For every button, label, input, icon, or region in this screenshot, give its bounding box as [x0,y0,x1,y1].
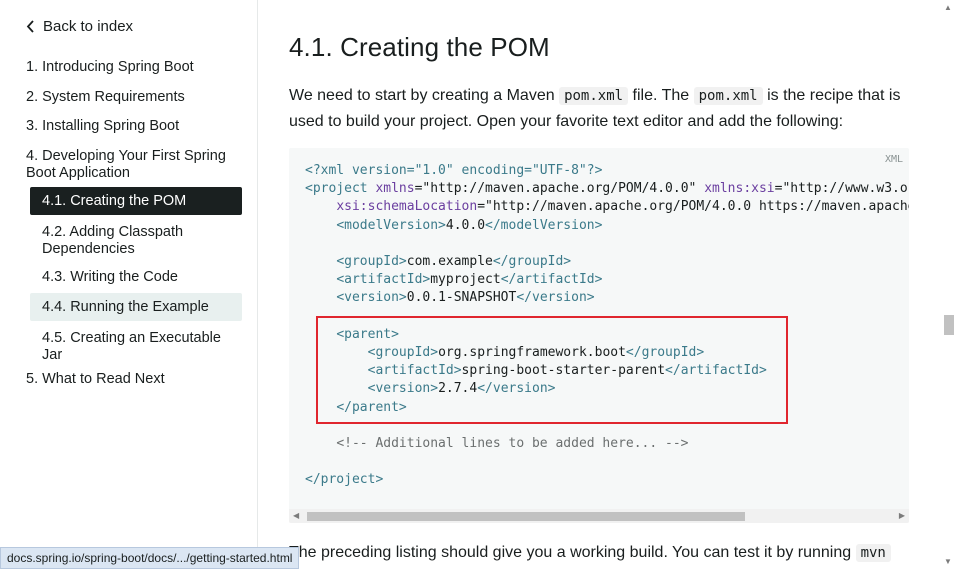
code-token: myproject [430,272,501,288]
code-token: 0.0.1-SNAPSHOT [406,290,517,306]
toc-item-adding-dependencies[interactable]: 4.2. Adding Classpath Dependencies [30,217,242,263]
inline-code-pom-2: pom.xml [693,87,763,105]
code-content[interactable]: <?xml version="1.0" encoding="UTF-8"?> <… [305,162,909,490]
code-horizontal-scrollbar[interactable]: ◀ ▶ [289,509,909,523]
code-token: <version> [336,290,407,306]
page-vertical-scrollbar[interactable]: ▲ ▼ [940,0,957,569]
code-token: xmlns [375,181,415,197]
toc-item-running-example[interactable]: 4.4. Running the Example [30,293,242,321]
status-bar-url: docs.spring.io/spring-boot/docs/.../gett… [0,547,300,569]
content-area: 4.1. Creating the POM We need to start b… [259,0,939,569]
scroll-right-icon[interactable]: ▶ [899,511,905,520]
code-token: </parent> [336,399,407,415]
scrollbar-thumb[interactable] [307,512,745,521]
code-token: <artifactId> [336,272,431,288]
code-token: <modelVersion> [336,217,446,233]
code-token: xmlns:xsi [704,181,775,197]
table-of-contents: 1. Introducing Spring Boot 2. System Req… [26,57,242,397]
toc-item-what-to-read-next[interactable]: 5. What to Read Next [26,369,242,397]
toc-item-creating-pom[interactable]: 4.1. Creating the POM [30,187,242,215]
toc-item-system-requirements[interactable]: 2. System Requirements [26,87,242,116]
page-title: 4.1. Creating the POM [289,32,550,62]
inline-code-pom: pom.xml [559,87,629,105]
code-token: xsi:schemaLocation [336,199,478,215]
chevron-left-icon [26,20,34,33]
toc-item-writing-code[interactable]: 4.3. Writing the Code [30,263,242,291]
sidebar-nav: Back to index 1. Introducing Spring Boot… [0,0,258,569]
toc-item-introducing[interactable]: 1. Introducing Spring Boot [26,57,242,87]
code-token: </modelVersion> [485,217,603,233]
code-token: org.springframework.boot [438,345,626,361]
toc-item-executable-jar[interactable]: 4.5. Creating an Executable Jar [30,323,242,369]
page-scrollbar-thumb[interactable] [944,315,954,335]
back-label: Back to index [43,18,134,35]
scroll-down-icon[interactable]: ▼ [944,557,952,566]
code-token: <groupId> [367,345,439,361]
code-token: ="http://maven.apache.org/POM/4.0.0" [414,181,705,197]
code-token: <groupId> [336,254,407,270]
scroll-up-icon[interactable]: ▲ [944,3,952,12]
code-token: </groupId> [492,254,572,270]
code-line: <?xml version="1.0" encoding="UTF-8"?> [305,163,603,178]
code-token: com.example [406,254,493,270]
after-text: The preceding listing should give you a … [289,544,856,561]
code-token: </groupId> [625,345,705,361]
code-token: ="http://maven.apache.org/POM/4.0.0 http… [477,199,909,215]
code-comment: <!-- Additional lines to be added here..… [336,436,689,452]
intro-paragraph: We need to start by creating a Maven pom… [289,83,909,135]
inline-code-mvn: mvn [855,544,891,562]
code-token: <parent> [336,326,399,342]
toc-item-installing[interactable]: 3. Installing Spring Boot [26,116,242,146]
code-token: </version> [477,381,556,397]
code-token: ="http://www.w3.org/2001/XMLSchema-insta… [774,181,909,197]
after-paragraph: The preceding listing should give you a … [289,540,929,566]
code-token: </project> [305,472,384,488]
intro-text-2: file. The [628,87,694,104]
toc-item-developing[interactable]: 4. Developing Your First Spring Boot App… [26,146,242,187]
intro-text-1: We need to start by creating a Maven [289,87,560,104]
code-token: </artifactId> [665,363,767,379]
back-to-index-link[interactable]: Back to index [26,18,133,35]
code-block[interactable]: XML <?xml version="1.0" encoding="UTF-8"… [289,148,909,523]
code-token: <project [305,181,376,197]
code-token: </version> [516,290,595,306]
code-token: </artifactId> [500,272,603,288]
code-token: spring-boot-starter-parent [461,363,666,379]
code-token: 2.7.4 [438,381,478,397]
code-token: <version> [367,381,439,397]
scroll-left-icon[interactable]: ◀ [293,511,299,520]
code-token: <artifactId> [367,363,462,379]
code-token: 4.0.0 [445,217,486,233]
